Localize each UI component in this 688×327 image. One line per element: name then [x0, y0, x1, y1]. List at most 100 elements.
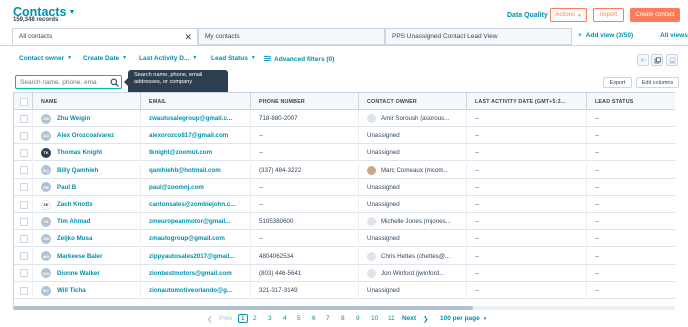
email-link[interactable]: zmeuropeanmotor@gmail... — [149, 218, 230, 225]
column-header-phone[interactable]: PHONE NUMBER — [251, 93, 359, 110]
advanced-filters-button[interactable]: Advanced filters (0) — [264, 55, 334, 64]
filter-last-activity[interactable]: Last Activity D... ▼ — [139, 55, 197, 62]
import-button[interactable]: Import — [593, 8, 624, 22]
horizontal-scrollbar[interactable] — [13, 306, 675, 310]
page-number-2[interactable]: 2 — [253, 315, 257, 322]
row-checkbox[interactable] — [20, 200, 28, 209]
email-link[interactable]: paul@zoomnj.com — [149, 184, 204, 191]
email-link[interactable]: tknight@zoomut.com — [149, 149, 212, 156]
search-input[interactable] — [15, 75, 122, 89]
filter-lead-status[interactable]: Lead Status ▼ — [211, 55, 256, 62]
filter-label: Last Activity D... — [139, 55, 190, 62]
undo-icon[interactable] — [637, 54, 649, 66]
phone-cell: 5105380600 — [251, 213, 359, 231]
tab-pps-unassigned[interactable]: PPS Unassigned Contact Lead View — [385, 28, 572, 45]
column-header-lead-status[interactable]: LEAD STATUS — [587, 93, 675, 110]
save-icon[interactable] — [666, 54, 678, 66]
copy-icon[interactable] — [651, 54, 663, 66]
column-header-email[interactable]: EMAIL — [141, 93, 251, 110]
actions-button[interactable]: Actions ▼ — [550, 8, 587, 22]
select-cell — [14, 161, 33, 179]
select-all-checkbox[interactable] — [20, 97, 28, 106]
data-quality-link[interactable]: Data Quality — [507, 12, 548, 19]
row-checkbox[interactable] — [20, 217, 28, 226]
owner-value: Unassigned — [367, 235, 400, 243]
contact-name-link[interactable]: Zach Knotts — [57, 201, 93, 208]
row-checkbox[interactable] — [20, 252, 28, 261]
email-link[interactable]: alexorozco817@gmail.com — [149, 132, 228, 139]
email-link[interactable]: zionbestmotors@gmail.com — [149, 270, 232, 277]
close-icon[interactable]: ✕ — [184, 32, 192, 43]
page-number-4[interactable]: 4 — [283, 315, 287, 322]
table-row[interactable]: MB Markeese Baler zippyautosales2017@gmail… — [14, 247, 675, 265]
table-row[interactable]: AO Alex Orozcoalvarez alexorozco817@gmail.… — [14, 127, 675, 145]
contact-name-link[interactable]: Tim Ahmad — [57, 218, 90, 225]
chevron-right-icon[interactable]: ❯ — [423, 315, 428, 323]
filter-create-date[interactable]: Create Date ▼ — [83, 55, 127, 62]
chevron-left-icon[interactable]: ❮ — [207, 315, 212, 323]
tab-my-contacts[interactable]: My contacts — [198, 28, 385, 45]
per-page-select[interactable]: 100 per page ▼ — [440, 315, 487, 322]
table-row[interactable]: TA Tim Ahmad zmeuropeanmotor@gmail... 51053… — [14, 213, 675, 231]
export-button[interactable]: Export — [603, 77, 632, 88]
email-link[interactable]: cantonsales@zombiejohn.c... — [149, 201, 236, 208]
row-checkbox[interactable] — [20, 166, 28, 175]
email-link[interactable]: zionautomotiveorlando@g... — [149, 287, 232, 294]
filter-contact-owner[interactable]: Contact owner ▼ — [19, 55, 72, 62]
email-cell: zionbestmotors@gmail.com — [141, 264, 251, 282]
scrollbar-thumb[interactable] — [13, 306, 473, 310]
row-checkbox[interactable] — [20, 114, 28, 123]
page-number-8[interactable]: 8 — [341, 315, 345, 322]
tab-all-contacts[interactable]: All contacts ✕ — [12, 28, 198, 45]
create-contact-button[interactable]: Create contact — [630, 8, 680, 22]
page-number-1[interactable]: 1 — [238, 314, 248, 323]
table-row[interactable]: PB Paul B paul@zoomnj.com -- Unassigned -- -- — [14, 178, 675, 196]
next-page-button[interactable]: Next — [402, 315, 416, 322]
row-checkbox[interactable] — [20, 183, 28, 192]
all-views-link[interactable]: All views — [660, 32, 688, 39]
contact-name-link[interactable]: Dionne Walker — [57, 270, 100, 277]
email-link[interactable]: zippyautosales2017@gmail... — [149, 253, 234, 260]
chevron-down-icon[interactable]: ▼ — [68, 9, 75, 16]
table-row[interactable]: ZK Zach Knotts cantonsales@zombiejohn.c...… — [14, 196, 675, 213]
column-header-name[interactable]: NAME — [33, 93, 141, 110]
email-cell: tknight@zoomut.com — [141, 144, 251, 162]
contact-name-link[interactable]: Billy Qamhieh — [57, 167, 98, 174]
page-number-10[interactable]: 10 — [371, 315, 378, 322]
table-row[interactable]: WT Will Ticha zionautomotiveorlando@g... 32… — [14, 282, 675, 299]
row-checkbox[interactable] — [20, 269, 28, 278]
email-link[interactable]: zmautogroup@gmail.com — [149, 235, 225, 242]
table-row[interactable]: BQ Billy Qamhieh qamhiehb@hotmail.com (337)… — [14, 161, 675, 179]
owner-value: Michelle Jones (mjones... — [381, 218, 451, 226]
column-header-owner[interactable]: CONTACT OWNER — [359, 93, 467, 110]
page-number-5[interactable]: 5 — [297, 315, 301, 322]
contact-name-link[interactable]: Zhu Weigin — [57, 115, 90, 122]
row-checkbox[interactable] — [20, 148, 28, 157]
page-number-7[interactable]: 7 — [326, 315, 330, 322]
email-link[interactable]: qamhiehb@hotmail.com — [149, 167, 221, 174]
search-icon[interactable] — [110, 78, 119, 87]
column-header-last-activity[interactable]: LAST ACTIVITY DATE (GMT+5:3... — [467, 93, 587, 110]
row-checkbox[interactable] — [20, 286, 28, 295]
page-number-11[interactable]: 11 — [388, 315, 395, 322]
page-number-6[interactable]: 6 — [312, 315, 316, 322]
email-cell: zwautosalegroup@gmail.c... — [141, 110, 251, 127]
add-view-button[interactable]: + Add view (3/50) — [578, 32, 633, 39]
table-row[interactable]: DW Dionne Walker zionbestmotors@gmail.com (… — [14, 264, 675, 282]
contact-name-link[interactable]: Will Ticha — [57, 287, 86, 294]
prev-page-button[interactable]: Prev — [219, 315, 232, 322]
email-link[interactable]: zwautosalegroup@gmail.c... — [149, 115, 232, 122]
table-row[interactable]: ZM Zeljko Musa zmautogroup@gmail.com -- Unas… — [14, 230, 675, 248]
contact-name-link[interactable]: Markeese Baler — [57, 253, 102, 260]
table-row[interactable]: ZW Zhu Weigin zwautosalegroup@gmail.c... 71… — [14, 110, 675, 127]
contact-name-link[interactable]: Alex Orozcoalvarez — [57, 132, 114, 139]
row-checkbox[interactable] — [20, 131, 28, 140]
page-number-9[interactable]: 9 — [356, 315, 360, 322]
contact-name-link[interactable]: Paul B — [57, 184, 76, 191]
contact-name-link[interactable]: Zeljko Musa — [57, 235, 92, 242]
contact-name-link[interactable]: Thomas Knight — [57, 149, 102, 156]
page-number-3[interactable]: 3 — [268, 315, 272, 322]
table-row[interactable]: TK Thomas Knight tknight@zoomut.com -- Unass… — [14, 144, 675, 162]
row-checkbox[interactable] — [20, 234, 28, 243]
edit-columns-button[interactable]: Edit columns — [636, 77, 679, 88]
